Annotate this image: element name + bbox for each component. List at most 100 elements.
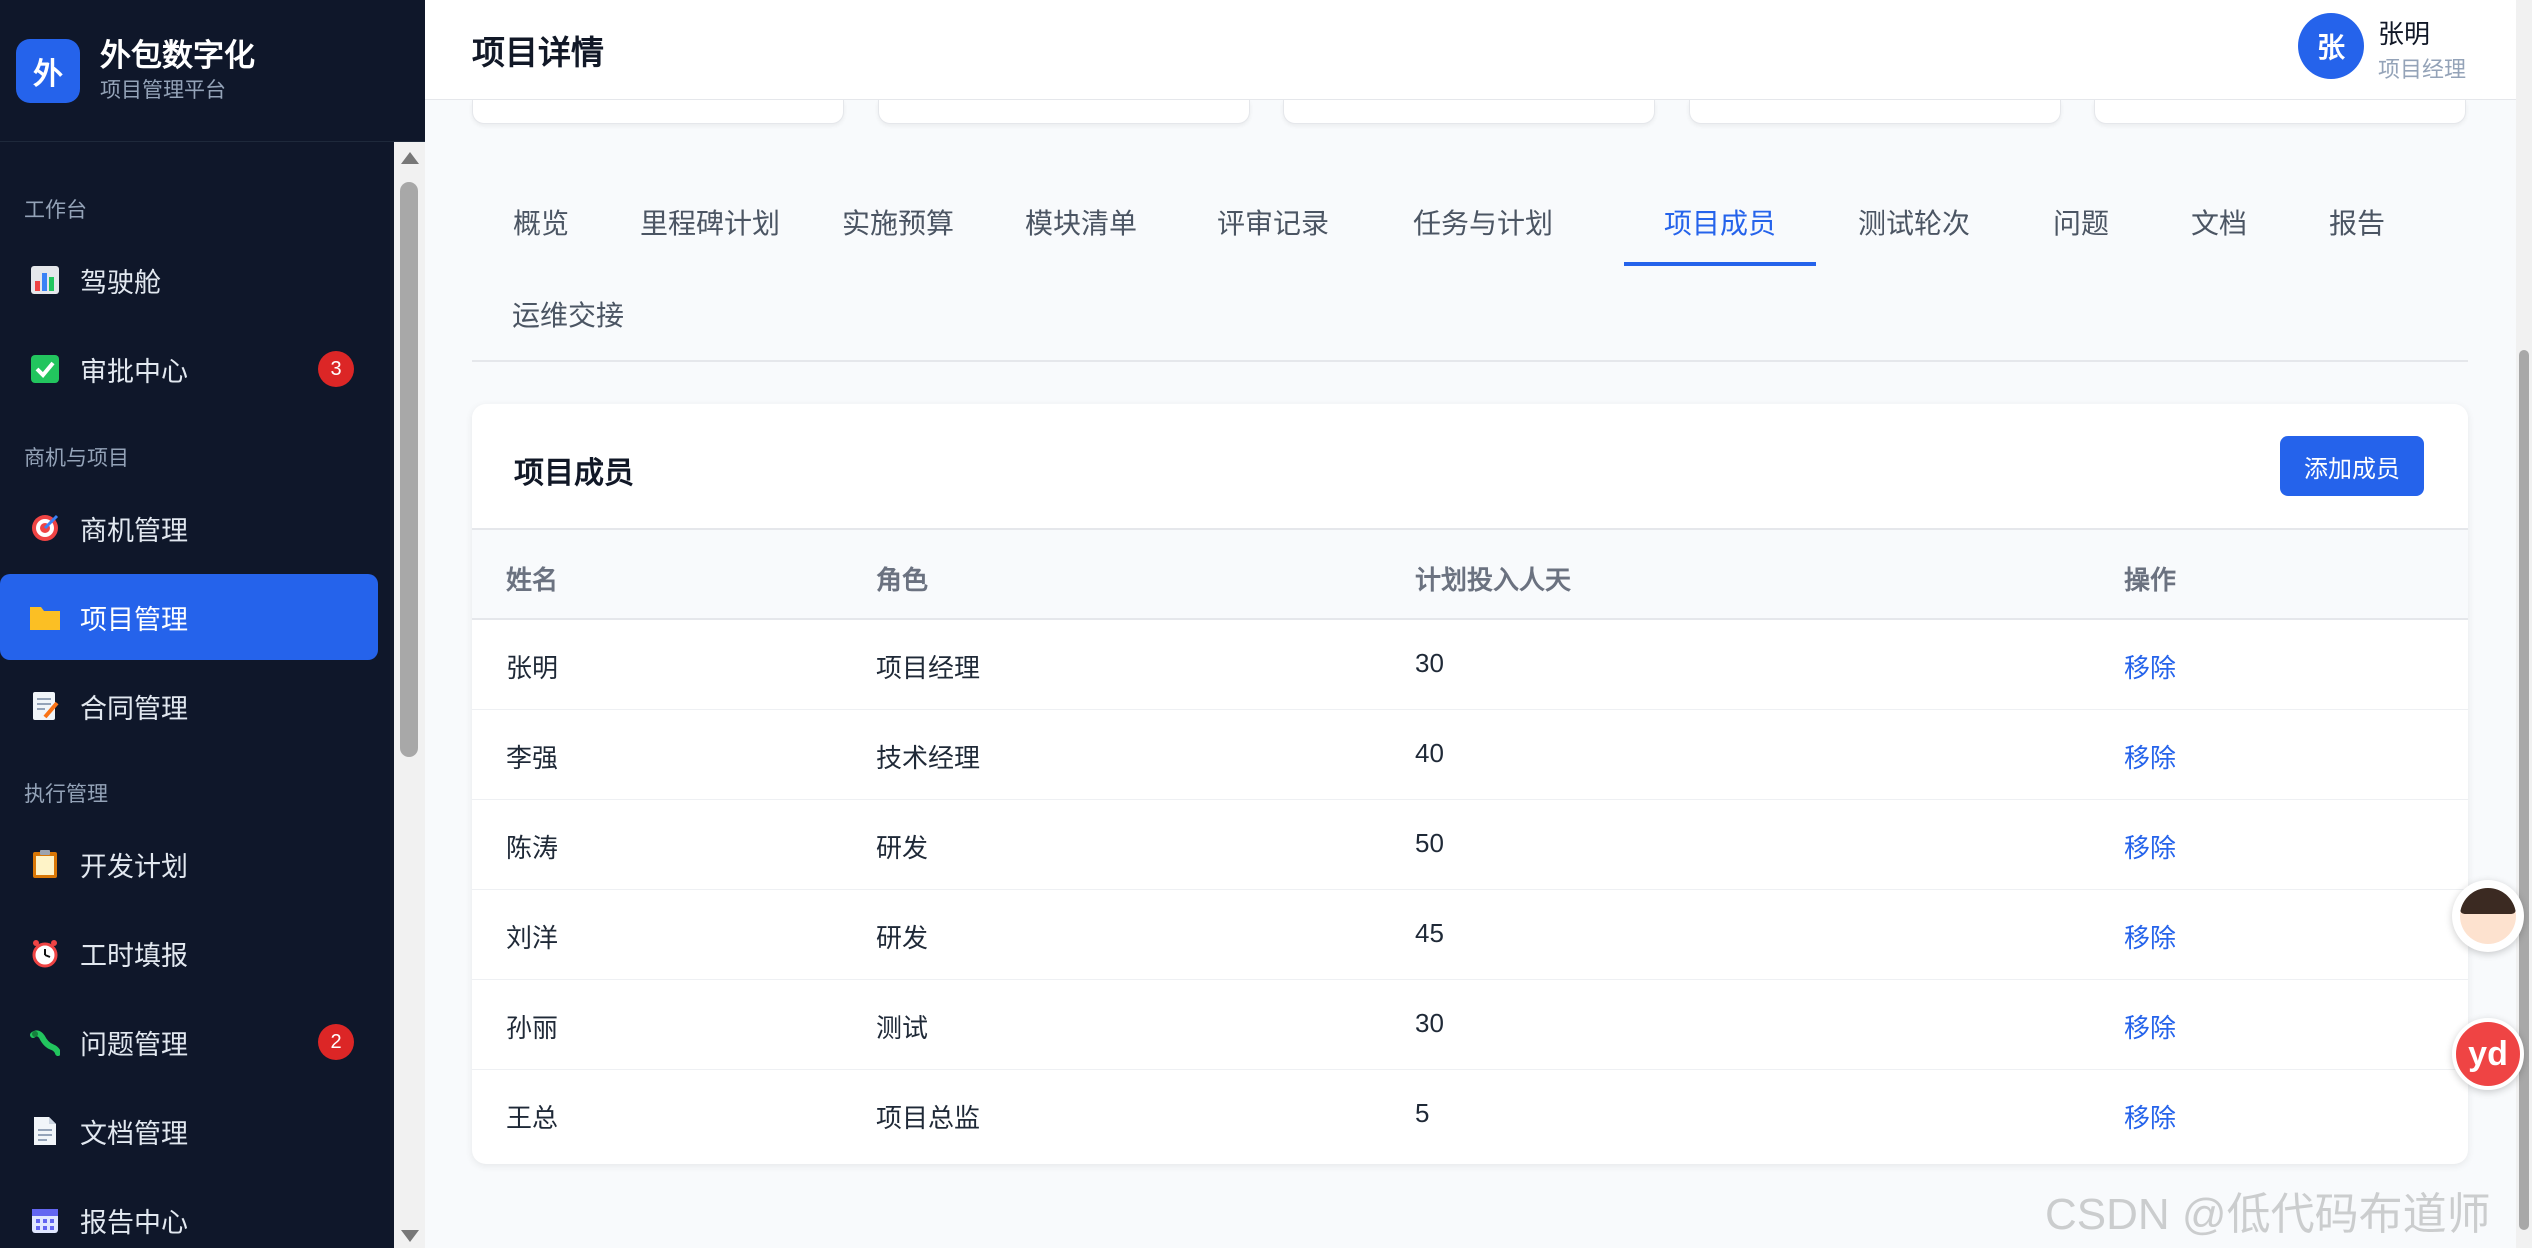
stat-card — [1689, 100, 2061, 124]
project-tabs: 概览 里程碑计划 实施预算 模块清单 评审记录 任务与计划 项目成员 测试轮次 … — [472, 178, 2468, 362]
sidebar-scroll-thumb[interactable] — [400, 182, 418, 757]
sidebar-scrollbar[interactable] — [394, 142, 425, 1248]
member-role: 技术经理 — [876, 743, 981, 773]
remove-member-link[interactable]: 移除 — [2124, 738, 2176, 775]
tab-reports[interactable]: 报告 — [2288, 178, 2426, 266]
remove-member-link[interactable]: 移除 — [2124, 828, 2176, 865]
member-role: 研发 — [876, 923, 929, 953]
target-icon — [28, 511, 62, 545]
member-days: 30 — [1415, 1008, 1444, 1038]
watermark: CSDN @低代码布道师 — [2045, 1190, 2491, 1239]
sidebar-item-label: 开发计划 — [80, 851, 188, 882]
page-title: 项目详情 — [472, 34, 604, 71]
stat-card — [472, 100, 844, 124]
brand-title: 外包数字化 — [100, 37, 255, 73]
sidebar-item-cockpit[interactable]: 驾驶舱 — [0, 237, 378, 323]
tab-tasks[interactable]: 任务与计划 — [1370, 178, 1596, 266]
member-name: 王总 — [506, 1103, 559, 1133]
remove-member-link[interactable]: 移除 — [2124, 918, 2176, 955]
sidebar-item-label: 问题管理 — [80, 1029, 188, 1060]
sidebar-item-label: 审批中心 — [80, 356, 188, 387]
sidebar-item-label: 项目管理 — [80, 604, 188, 635]
member-role: 项目总监 — [876, 1103, 981, 1133]
sidebar-item-issues[interactable]: 问题管理 2 — [0, 999, 378, 1085]
sidebar-item-label: 文档管理 — [80, 1118, 188, 1149]
sidebar-item-dev-plan[interactable]: 开发计划 — [0, 821, 378, 907]
table-row: 张明 项目经理 30 移除 — [472, 620, 2468, 710]
issues-count-badge: 2 — [318, 1024, 354, 1060]
column-header-days: 计划投入人天 — [1415, 565, 1572, 595]
sidebar-item-contract[interactable]: 合同管理 — [0, 663, 378, 749]
tab-budget[interactable]: 实施预算 — [810, 178, 986, 266]
stat-card — [2094, 100, 2466, 124]
tab-test-rounds[interactable]: 测试轮次 — [1816, 178, 2012, 266]
assistant-avatar-icon[interactable] — [2452, 880, 2524, 952]
table-header: 姓名 角色 计划投入人天 操作 — [472, 528, 2468, 620]
sidebar-item-label: 工时填报 — [80, 940, 188, 971]
table-row: 陈涛 研发 50 移除 — [472, 800, 2468, 890]
remove-member-link[interactable]: 移除 — [2124, 1008, 2176, 1045]
sidebar-item-documents[interactable]: 文档管理 — [0, 1088, 378, 1174]
dashboard-icon — [28, 263, 62, 297]
member-name: 张明 — [506, 653, 559, 683]
clock-icon — [28, 936, 62, 970]
stat-card — [878, 100, 1250, 124]
stat-card — [1283, 100, 1655, 124]
document-icon — [28, 1114, 62, 1148]
user-name[interactable]: 张明 — [2378, 14, 2430, 51]
folder-icon — [28, 600, 62, 634]
tab-docs[interactable]: 文档 — [2150, 178, 2288, 266]
brand-subtitle: 项目管理平台 — [100, 78, 226, 102]
sidebar-item-label: 驾驶舱 — [80, 267, 161, 298]
tab-overview[interactable]: 概览 — [472, 178, 610, 266]
table-row: 王总 项目总监 5 移除 — [472, 1070, 2468, 1160]
remove-member-link[interactable]: 移除 — [2124, 1098, 2176, 1135]
youdao-icon[interactable]: yd — [2452, 1018, 2524, 1090]
table-row: 刘洋 研发 45 移除 — [472, 890, 2468, 980]
card-title: 项目成员 — [514, 457, 634, 490]
tab-milestones[interactable]: 里程碑计划 — [610, 178, 810, 266]
column-header-name: 姓名 — [506, 565, 559, 595]
member-name: 刘洋 — [506, 923, 559, 953]
top-header: 项目详情 张 张明 项目经理 — [425, 0, 2516, 100]
scroll-up-arrow-icon[interactable] — [401, 152, 419, 164]
tab-reviews[interactable]: 评审记录 — [1176, 178, 1370, 266]
member-role: 测试 — [876, 1013, 929, 1043]
approval-count-badge: 3 — [318, 351, 354, 387]
check-icon — [28, 352, 62, 386]
sidebar-item-project[interactable]: 项目管理 — [0, 574, 378, 660]
calendar-icon — [28, 1203, 62, 1237]
member-role: 项目经理 — [876, 653, 981, 683]
sidebar-item-approval[interactable]: 审批中心 3 — [0, 326, 378, 412]
nav-group-workbench: 工作台 — [24, 199, 87, 222]
member-days: 30 — [1415, 648, 1444, 678]
remove-member-link[interactable]: 移除 — [2124, 648, 2176, 685]
contract-icon — [28, 689, 62, 723]
sidebar-item-timesheet[interactable]: 工时填报 — [0, 910, 378, 996]
sidebar-item-label: 报告中心 — [80, 1207, 188, 1238]
sidebar-item-label: 合同管理 — [80, 693, 188, 724]
brand-logo: 外 — [16, 38, 80, 103]
member-role: 研发 — [876, 833, 929, 863]
tab-modules[interactable]: 模块清单 — [986, 178, 1176, 266]
tab-members[interactable]: 项目成员 — [1624, 178, 1816, 266]
members-card: 项目成员 添加成员 姓名 角色 计划投入人天 操作 张明 项目经理 30 移除 … — [472, 404, 2468, 1164]
main-scroll-thumb[interactable] — [2519, 350, 2529, 1230]
tab-issues[interactable]: 问题 — [2012, 178, 2150, 266]
bug-icon — [28, 1025, 62, 1059]
user-role: 项目经理 — [2378, 57, 2467, 82]
sidebar-item-label: 商机管理 — [80, 515, 188, 546]
scroll-down-arrow-icon[interactable] — [401, 1230, 419, 1242]
member-name: 孙丽 — [506, 1013, 559, 1043]
nav-group-execution: 执行管理 — [24, 783, 108, 806]
avatar[interactable]: 张 — [2298, 13, 2364, 79]
add-member-button[interactable]: 添加成员 — [2280, 436, 2424, 496]
member-name: 陈涛 — [506, 833, 559, 863]
tab-ops-handover[interactable]: 运维交接 — [472, 270, 664, 358]
sidebar-item-reports[interactable]: 报告中心 — [0, 1177, 378, 1248]
member-name: 李强 — [506, 743, 559, 773]
nav-group-business: 商机与项目 — [24, 447, 129, 470]
member-days: 40 — [1415, 738, 1444, 768]
clipboard-icon — [28, 847, 62, 881]
sidebar-item-opportunity[interactable]: 商机管理 — [0, 485, 378, 571]
